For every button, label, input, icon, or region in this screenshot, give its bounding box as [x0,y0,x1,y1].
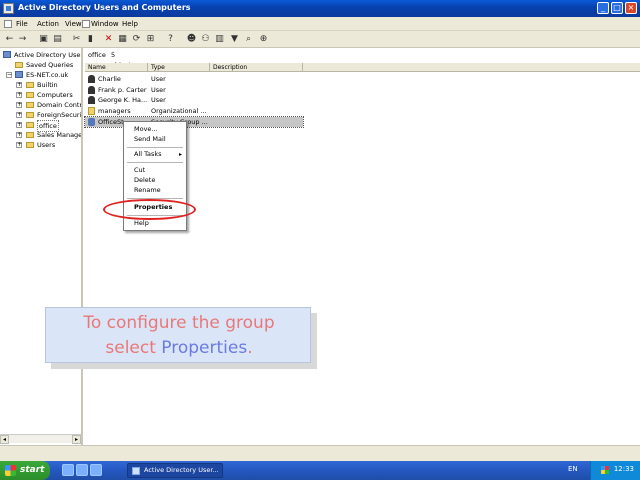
collapse-icon[interactable]: − [6,72,12,78]
language-indicator[interactable]: EN [568,465,578,473]
user-icon [88,86,95,94]
tutorial-caption: To configure the group select Properties… [45,307,311,363]
quicklaunch-ie-icon[interactable] [90,464,102,476]
forward-icon[interactable]: → [17,34,28,45]
toolbar: ← → ▣ ▤ ✂ ▮ ✕ ▦ ⟳ ⊞ ? ☻ ⚇ ▥ ▼ ⌕ ⊕ [0,31,640,48]
expand-icon[interactable]: + [16,122,22,128]
expand-icon[interactable]: + [16,92,22,98]
submenu-arrow-icon: ▸ [178,151,182,158]
menu-view[interactable]: View [65,20,82,28]
console-icon[interactable] [4,20,12,28]
window-title: Active Directory Users and Computers [18,3,191,12]
menu-separator [127,147,183,148]
find-icon[interactable]: ⌕ [243,34,254,45]
ou-folder-icon [26,122,34,128]
title-bar: Active Directory Users and Computers _ □… [0,0,640,17]
folder-icon [26,82,34,88]
expand-icon[interactable]: + [16,142,22,148]
menu-separator [127,162,183,163]
add-to-group-icon[interactable]: ⊕ [258,34,269,45]
clock[interactable]: 12:33 [614,465,634,473]
group-icon [88,118,95,126]
details-pane[interactable]: office 5 objects Name Type Description C… [84,48,640,445]
menu-bar: File Action View Window Help [0,17,640,31]
refresh-icon[interactable]: ⟳ [131,34,142,45]
column-description[interactable]: Description [210,63,303,72]
expand-icon[interactable]: + [16,132,22,138]
new-ou-icon[interactable]: ▥ [214,34,225,45]
menu-action[interactable]: Action [37,20,59,28]
container-name: office [88,51,106,59]
column-headers: Name Type Description [85,63,640,72]
back-icon[interactable]: ← [4,34,15,45]
caption-line2: select Properties. [105,338,253,358]
horizontal-scrollbar[interactable]: ◂ ▸ [0,434,81,444]
expand-icon[interactable]: + [16,112,22,118]
flag-icon[interactable] [601,466,609,474]
app-icon [3,3,14,14]
ou-folder-icon [26,102,34,108]
column-type[interactable]: Type [148,63,210,72]
column-name[interactable]: Name [85,63,148,72]
export-icon[interactable]: ⊞ [145,34,156,45]
expand-icon[interactable]: + [16,82,22,88]
scroll-left-icon[interactable]: ◂ [0,435,9,444]
tree-pane[interactable]: Active Directory Users Saved Queries − E… [0,48,83,445]
menu-item-cut[interactable]: Cut [124,166,186,175]
menu-item-send-mail[interactable]: Send Mail [124,135,186,144]
menu-item-rename[interactable]: Rename [124,186,186,195]
new-user-icon[interactable]: ☻ [186,34,197,45]
domain-icon [15,71,23,78]
system-tray: 12:33 [590,461,640,480]
properties-icon[interactable]: ▦ [117,34,128,45]
scroll-right-icon[interactable]: ▸ [72,435,81,444]
list-item[interactable]: George K. Ha... User [85,95,303,105]
menu-window[interactable]: Window [91,20,119,28]
snapin-icon [3,51,11,58]
ou-folder-icon [26,132,34,138]
user-icon [88,96,95,104]
properties-highlight-ellipse [103,199,196,220]
delete-icon[interactable]: ✕ [103,34,114,45]
quicklaunch-explorer-icon[interactable] [76,464,88,476]
copy-icon[interactable]: ▮ [85,34,96,45]
taskbar-window-button[interactable]: Active Directory User... [127,463,223,478]
maximize-button[interactable]: □ [611,2,623,14]
minimize-button[interactable]: _ [597,2,609,14]
list-item-selected[interactable]: OfficeSt... Security Group ... [84,116,304,128]
start-button[interactable]: start [0,461,50,480]
menu-item-help[interactable]: Help [124,219,186,228]
show-tree-icon[interactable]: ▤ [52,34,63,45]
up-icon[interactable]: ▣ [38,34,49,45]
windows-logo-icon [5,465,16,476]
list-item[interactable]: managers Organizational ... [85,106,303,116]
aduc-icon [132,467,140,475]
close-button[interactable]: × [625,2,637,14]
caption-highlight: Properties [161,338,248,358]
caption-line1: To configure the group [83,313,275,333]
folder-icon [26,112,34,118]
help-icon[interactable]: ? [165,34,176,45]
status-bar [0,445,640,461]
menu-file[interactable]: File [16,20,28,28]
filter-icon[interactable]: ▼ [229,34,240,45]
window-icon[interactable] [82,20,90,28]
menu-help[interactable]: Help [122,20,138,28]
menu-item-all-tasks[interactable]: All Tasks ▸ [124,150,186,159]
list-item[interactable]: Frank p. Carter User [85,85,303,95]
folder-icon [15,62,23,68]
cut-icon[interactable]: ✂ [71,34,82,45]
menu-item-delete[interactable]: Delete [124,176,186,185]
expand-icon[interactable]: + [16,102,22,108]
taskbar: start Active Directory User... EN 12:33 [0,461,640,480]
folder-icon [26,92,34,98]
ou-icon [88,107,95,115]
menu-item-move[interactable]: Move... [124,125,186,134]
folder-icon [26,142,34,148]
quicklaunch-browser-icon[interactable] [62,464,74,476]
list-item[interactable]: Charlie User [85,74,303,84]
user-icon [88,75,95,83]
new-group-icon[interactable]: ⚇ [200,34,211,45]
